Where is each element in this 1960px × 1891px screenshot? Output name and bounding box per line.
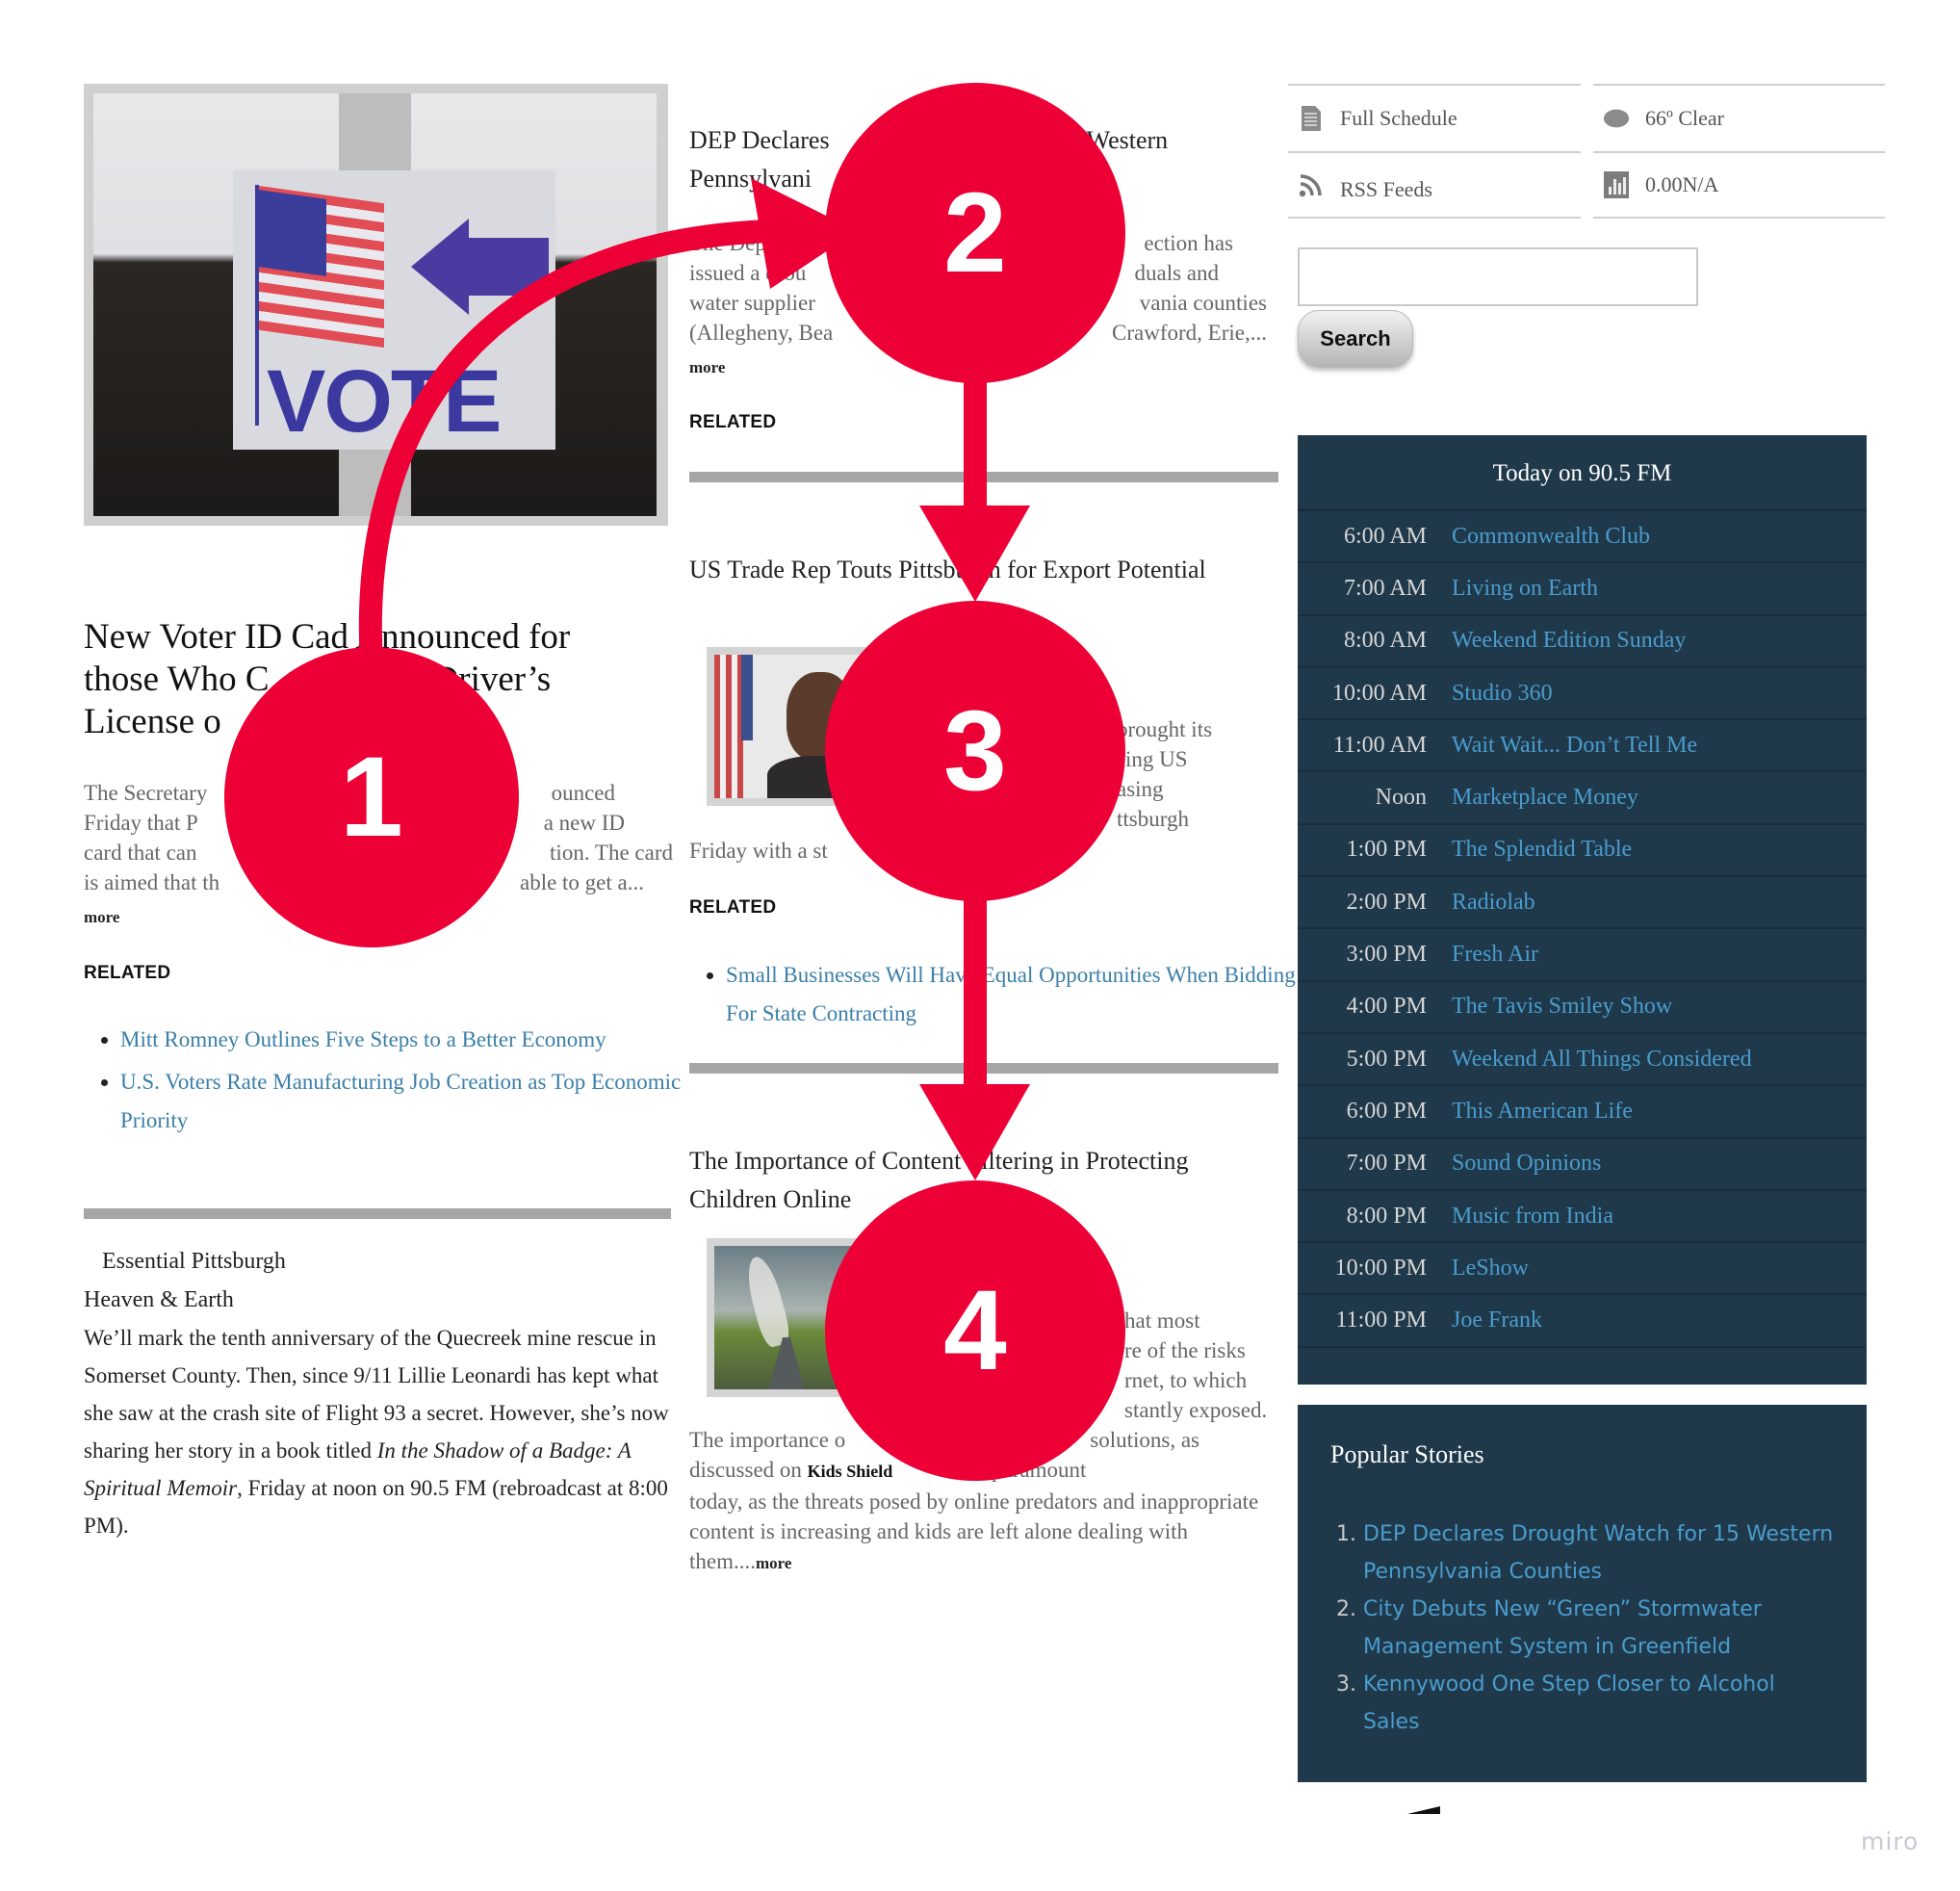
step-badge-4: 4 [825, 1180, 1125, 1481]
miro-watermark: miro [1861, 1827, 1920, 1855]
connector-3-to-4 [964, 895, 987, 1117]
step-badge-3: 3 [825, 601, 1125, 901]
arrow-1-to-2 [358, 220, 771, 665]
arrowhead-2-to-3 [919, 505, 1030, 602]
step-badge-2: 2 [825, 83, 1125, 383]
arrowhead-3-to-4 [919, 1084, 1030, 1180]
step-badge-1: 1 [224, 647, 519, 947]
